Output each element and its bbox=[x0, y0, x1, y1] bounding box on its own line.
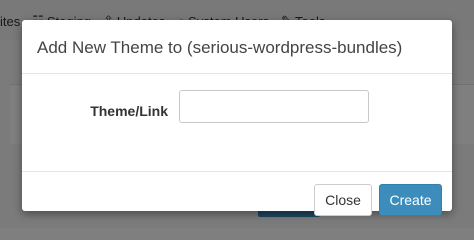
close-button[interactable]: Close bbox=[314, 184, 372, 216]
create-button[interactable]: Create bbox=[379, 184, 442, 216]
modal-footer: Close Create bbox=[22, 172, 452, 216]
modal-body: Theme/Link bbox=[22, 74, 452, 172]
theme-link-label: Theme/Link bbox=[90, 103, 168, 119]
theme-link-input[interactable] bbox=[179, 90, 369, 123]
modal-header: Add New Theme to (serious-wordpress-bund… bbox=[22, 20, 452, 74]
add-theme-modal: Add New Theme to (serious-wordpress-bund… bbox=[22, 20, 452, 216]
modal-title: Add New Theme to (serious-wordpress-bund… bbox=[37, 38, 403, 57]
